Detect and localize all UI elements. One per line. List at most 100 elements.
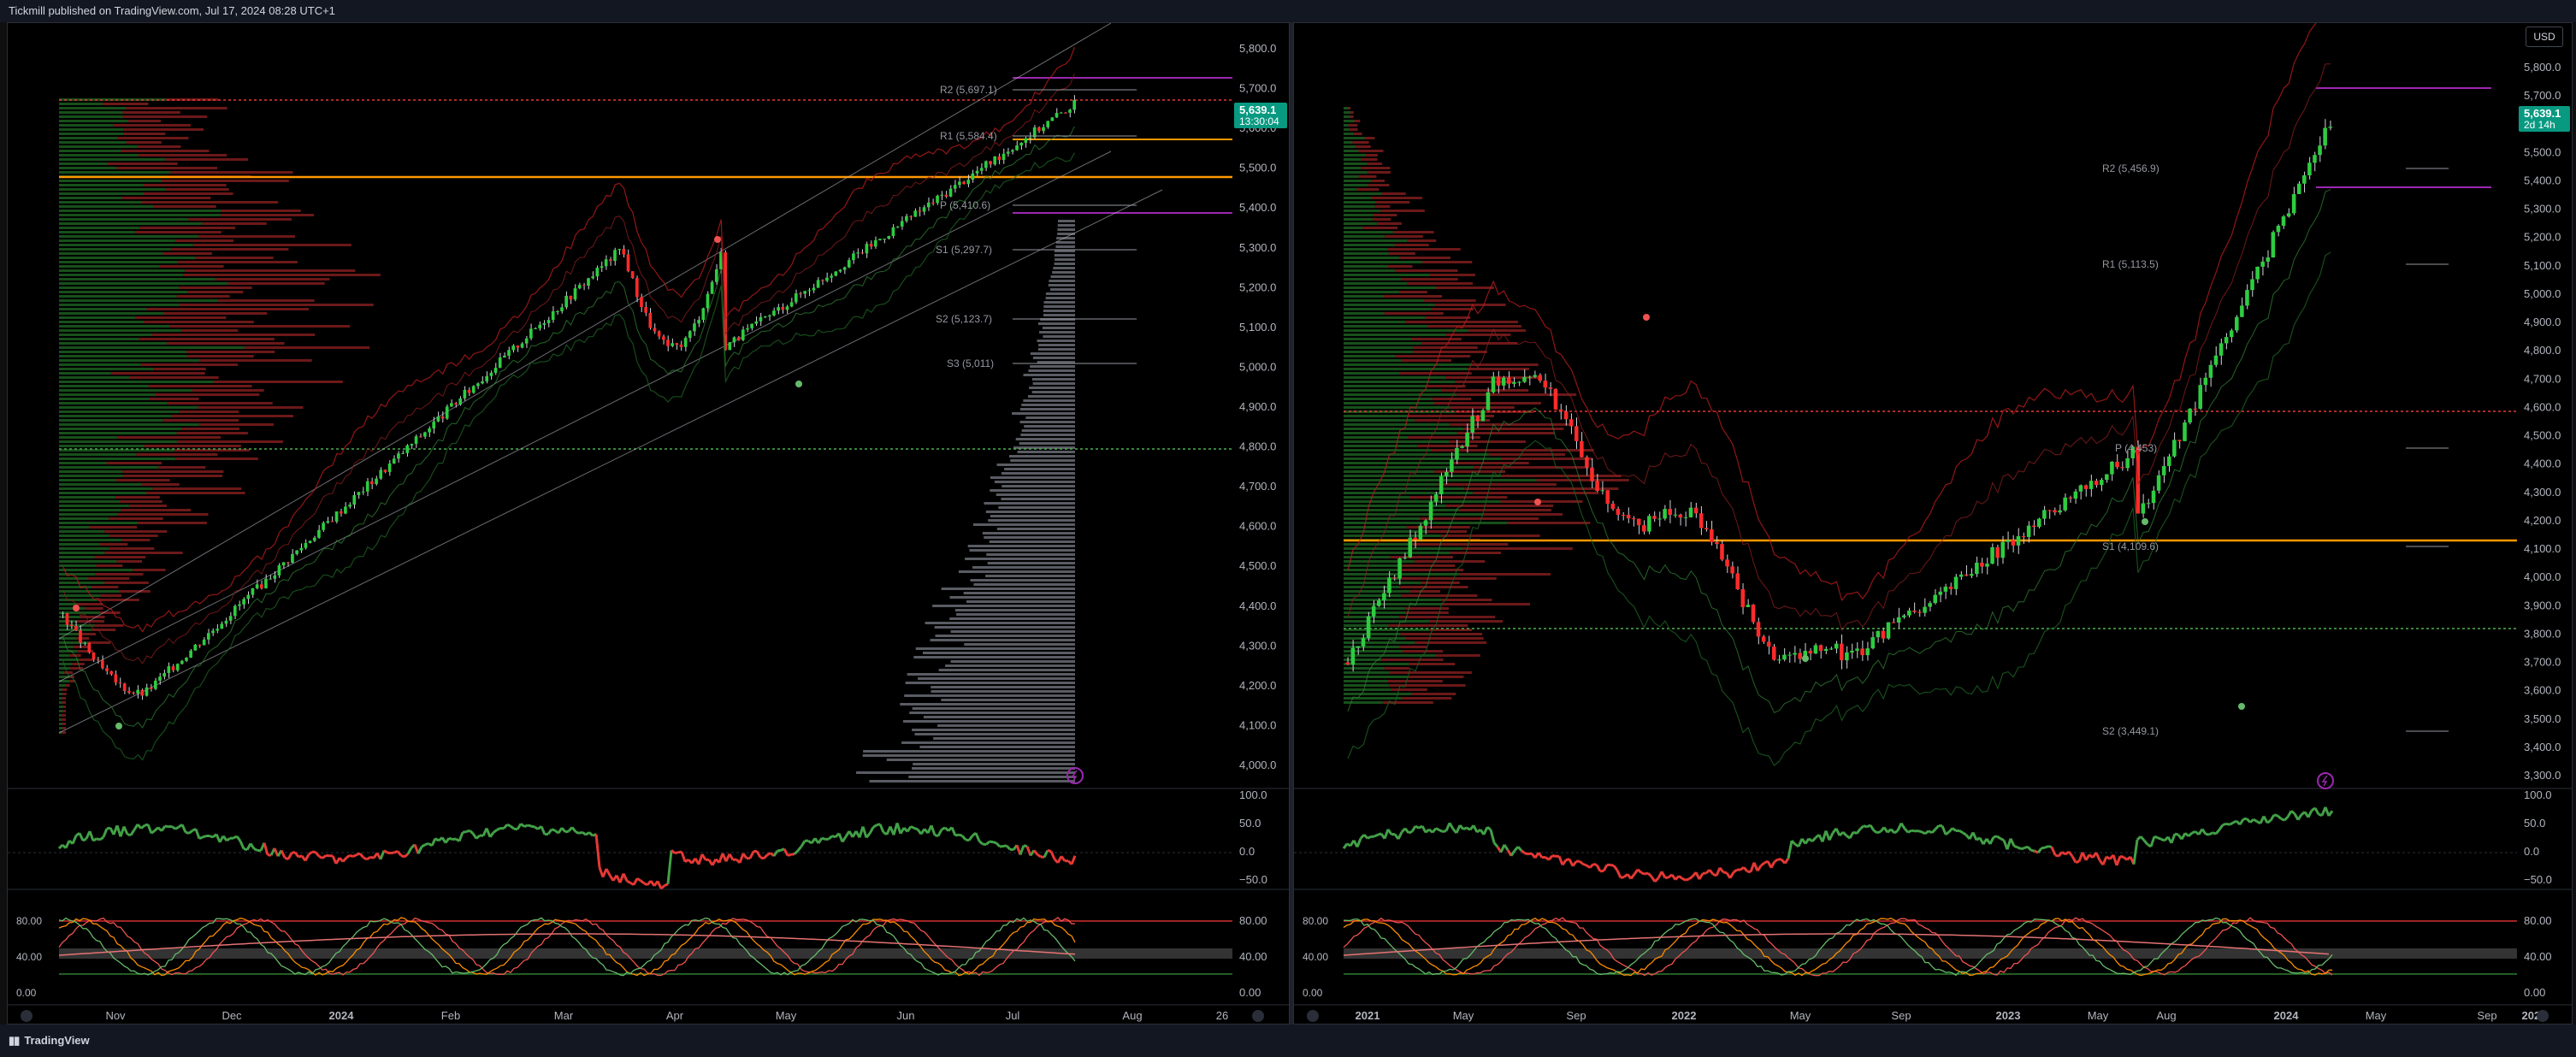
- candle-body: [630, 271, 635, 279]
- rsi-line: [1952, 827, 1957, 832]
- volume-profile-bar: [1402, 650, 1444, 653]
- volume-profile-bar: [70, 667, 84, 670]
- rsi-line: [293, 851, 300, 858]
- rsi-line: [910, 825, 915, 830]
- candle-body: [1428, 501, 1433, 521]
- volume-profile-bar: [1406, 526, 1470, 528]
- volume-profile-bar: [59, 252, 163, 255]
- volume-profile-bar: [59, 590, 120, 593]
- volume-profile-bar: [1388, 265, 1413, 268]
- candle-body: [1766, 641, 1771, 647]
- volume-profile-bar: [59, 227, 140, 229]
- volume-profile-bar: [1361, 167, 1391, 169]
- volume-profile-bar: [59, 470, 123, 473]
- candle-body: [1948, 587, 1953, 589]
- signal-dot: [115, 723, 122, 729]
- currency-button[interactable]: USD: [2526, 27, 2563, 47]
- volume-profile-bar: [1415, 641, 1487, 644]
- volume-profile-bar: [1421, 342, 1518, 345]
- candle-body: [1006, 151, 1010, 154]
- candle-body: [1418, 525, 1423, 540]
- tradingview-logo[interactable]: ▮▮ TradingView: [9, 1034, 90, 1048]
- rsi-line: [2017, 846, 2022, 850]
- price-axis-label: 4,400.0: [2524, 458, 2561, 470]
- chart-panel-right[interactable]: 5,800.05,700.05,600.05,500.05,400.05,300…: [1293, 22, 2573, 1025]
- rsi-line: [1462, 826, 1468, 831]
- volume-profile-bar: [1471, 363, 1539, 366]
- auto-scale-icon[interactable]: [2537, 1010, 2549, 1022]
- candle-body: [140, 689, 145, 696]
- candle-body: [2255, 266, 2260, 280]
- candle-body: [1445, 471, 1449, 476]
- volume-profile-bar: [59, 556, 95, 558]
- volume-profile-bar: [59, 667, 71, 670]
- time-axis-label: Dec: [222, 1009, 242, 1022]
- candle-body: [1860, 648, 1864, 656]
- event-bolt-icon[interactable]: [2317, 772, 2334, 789]
- zoom-reset-icon[interactable]: [1307, 1010, 1319, 1022]
- candle-body: [1356, 646, 1361, 648]
- rsi-line: [1733, 868, 1738, 874]
- candle-body: [865, 244, 869, 254]
- auto-scale-icon[interactable]: [1252, 1010, 1264, 1022]
- volume-profile-bar: [121, 509, 192, 511]
- volume-profile-bar: [1441, 603, 1530, 605]
- rsi-line: [2184, 832, 2189, 837]
- volume-profile-bar: [945, 664, 1075, 667]
- rsi-line: [1629, 873, 1636, 880]
- rsi-line: [1386, 828, 1393, 836]
- volume-profile-bar: [1344, 419, 1415, 422]
- volume-profile-bar: [95, 573, 144, 576]
- candle-body: [551, 311, 555, 321]
- chart-right-canvas[interactable]: 5,800.05,700.05,600.05,500.05,400.05,300…: [1294, 23, 2573, 1025]
- rsi-line: [2296, 813, 2303, 821]
- volume-profile-bar: [162, 252, 212, 255]
- time-axis-label: Sep: [2477, 1009, 2496, 1022]
- candle-body: [2063, 497, 2067, 511]
- candle-body: [269, 578, 272, 580]
- rsi-axis-label: 100.0: [1239, 788, 1267, 801]
- volume-profile-bar: [1344, 120, 1355, 122]
- price-axis-label: 4,700.0: [2524, 372, 2561, 385]
- volume-profile-bar: [1344, 492, 1474, 494]
- volume-profile-bar: [1038, 344, 1075, 346]
- candle-body: [1460, 446, 1464, 448]
- candle-body: [467, 389, 471, 393]
- chart-left-canvas[interactable]: 5,800.05,700.05,600.05,500.05,400.05,300…: [8, 23, 1290, 1025]
- chart-panel-left[interactable]: 5,800.05,700.05,600.05,500.05,400.05,300…: [7, 22, 1290, 1025]
- volume-profile-bar: [1411, 693, 1456, 695]
- candle-body: [255, 584, 259, 588]
- volume-profile-bar: [177, 261, 298, 263]
- volume-profile-bar: [1344, 462, 1451, 464]
- rsi-line: [1019, 845, 1025, 856]
- candle-body: [922, 207, 926, 212]
- price-axis-label: 4,300.0: [2524, 486, 2561, 499]
- rsi-line: [404, 853, 409, 859]
- rsi-line: [2067, 851, 2074, 858]
- volume-profile-bar: [59, 334, 152, 336]
- candle-body: [569, 295, 573, 300]
- candle-body: [1829, 648, 1834, 650]
- volume-profile-bar: [128, 376, 219, 379]
- volume-profile-bar: [1019, 408, 1075, 410]
- candle-body: [856, 252, 860, 254]
- price-axis-label: 5,000.0: [2524, 287, 2561, 300]
- rsi-line: [2132, 839, 2139, 865]
- rsi-line: [160, 825, 167, 832]
- candle-body: [2058, 510, 2062, 513]
- volume-profile-bar: [59, 718, 62, 721]
- volume-profile-bar: [1052, 271, 1075, 274]
- candle-body: [74, 625, 78, 630]
- volume-profile-bar: [121, 150, 210, 152]
- candle-body: [1506, 377, 1511, 384]
- candle-body: [1746, 605, 1751, 607]
- price-axis-label: 4,600.0: [2524, 400, 2561, 413]
- rsi-line: [666, 850, 673, 884]
- zoom-reset-icon[interactable]: [21, 1010, 32, 1022]
- volume-profile-bar: [192, 244, 352, 246]
- candle-body: [940, 194, 944, 196]
- rsi-line: [523, 824, 529, 829]
- rsi-line: [1718, 866, 1725, 873]
- candle-body: [1064, 112, 1067, 114]
- rsi-line: [2013, 844, 2018, 849]
